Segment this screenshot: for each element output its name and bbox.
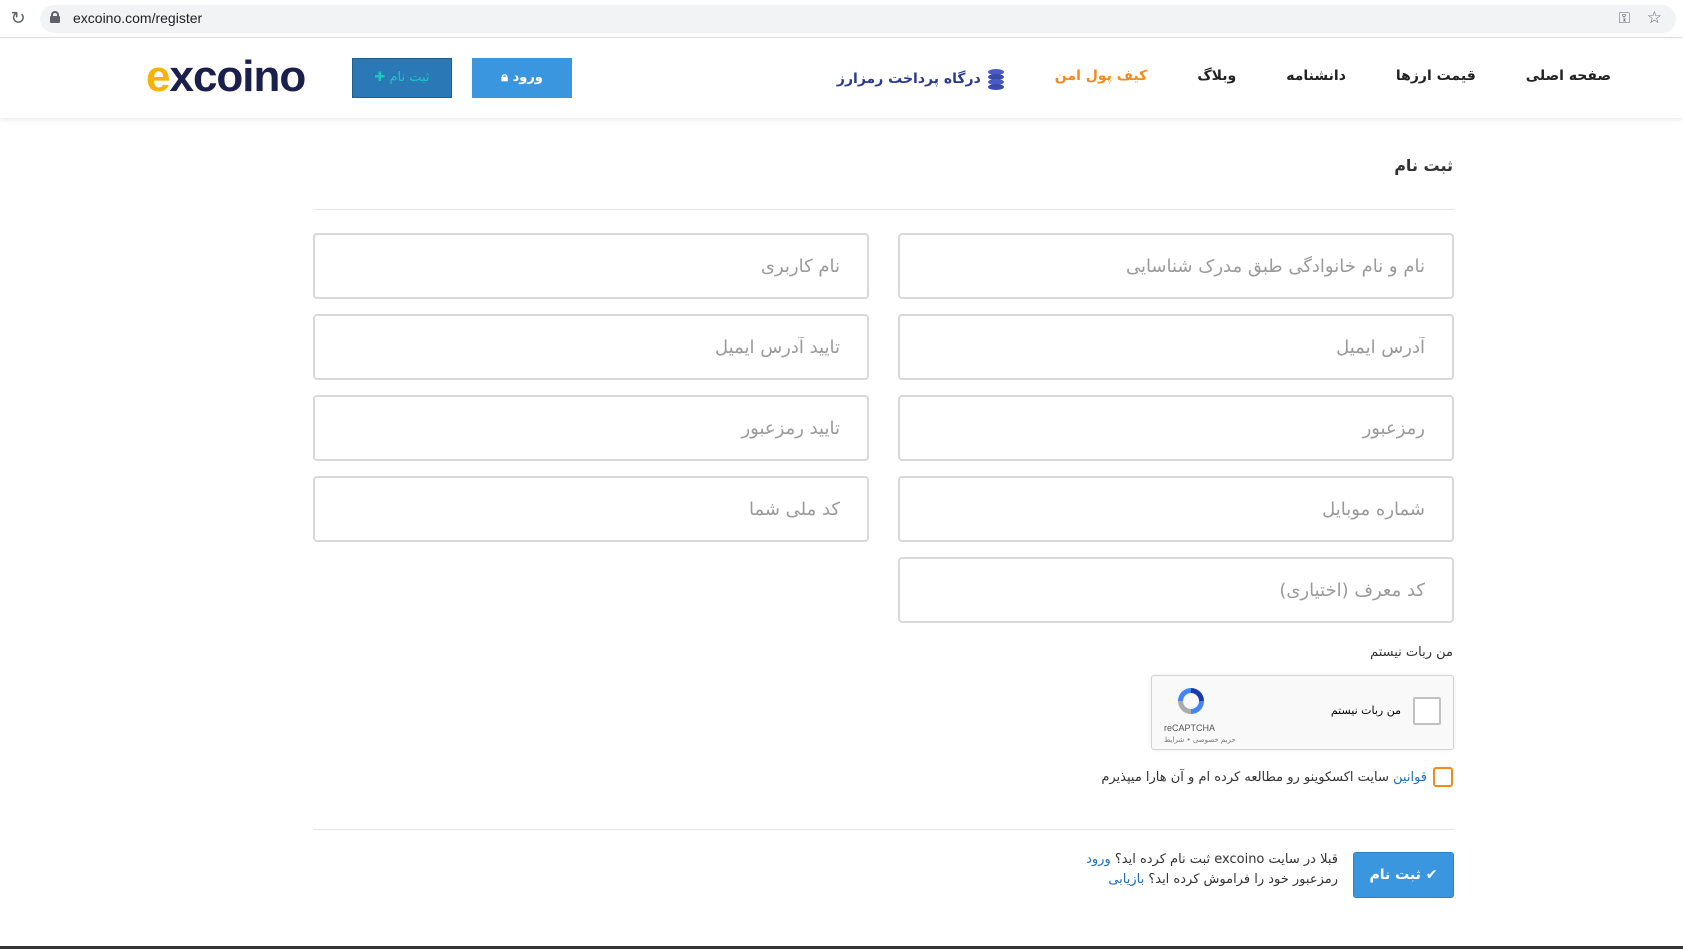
username-field[interactable]	[313, 233, 869, 299]
bookmark-star-icon[interactable]: ☆	[1647, 8, 1662, 28]
nav-payment-gateway[interactable]: درگاه پرداخت رمزارز	[837, 68, 1005, 90]
username-input[interactable]	[315, 235, 867, 297]
password-confirm-field[interactable]	[313, 395, 869, 461]
robot-label: من ربات نیستم	[1370, 645, 1453, 660]
referral-field[interactable]	[898, 557, 1454, 623]
recaptcha-checkbox[interactable]	[1413, 697, 1441, 725]
recaptcha-label: من ربات نیستم	[1330, 704, 1401, 717]
bottom-divider	[313, 829, 1454, 830]
login-link[interactable]: ورود	[1086, 852, 1111, 867]
page-title: ثبت نام	[1394, 156, 1453, 175]
mobile-field[interactable]	[898, 476, 1454, 542]
email-confirm-input[interactable]	[315, 316, 867, 378]
referral-input[interactable]	[900, 559, 1452, 621]
recover-link[interactable]: بازیابی	[1108, 872, 1144, 887]
recaptcha-logo-icon	[1178, 688, 1204, 714]
nav-encyclopedia[interactable]: دانشنامه	[1286, 68, 1346, 90]
coins-stack-icon	[987, 69, 1004, 90]
site-header: excoino ✚ ثبت نام 🔒︎ ورود صفحه اصلی قیمت…	[0, 38, 1683, 118]
recaptcha-terms[interactable]: حریم خصوصی • شرایط	[1164, 736, 1236, 744]
lock-icon[interactable]	[50, 11, 60, 23]
account-links: قبلا در سایت excoino ثبت نام کرده اید؟ و…	[1086, 850, 1338, 890]
key-icon[interactable]: ⚿	[1619, 9, 1630, 27]
title-divider	[313, 209, 1454, 210]
nav-prices[interactable]: قیمت ارزها	[1396, 68, 1476, 90]
terms-text: سایت اکسکوینو رو مطالعه کرده ام و آن هار…	[1101, 769, 1394, 785]
password-input[interactable]	[900, 397, 1452, 459]
full-name-field[interactable]	[898, 233, 1454, 299]
password-confirm-input[interactable]	[315, 397, 867, 459]
excoino-logo[interactable]: excoino	[146, 52, 306, 102]
url-text[interactable]: excoino.com/register	[73, 10, 202, 26]
recaptcha-widget: من ربات نیستم reCAPTCHA حریم خصوصی • شرا…	[1151, 675, 1454, 750]
email-field[interactable]	[898, 314, 1454, 380]
password-field[interactable]	[898, 395, 1454, 461]
add-user-icon: ✚	[374, 70, 386, 85]
email-input[interactable]	[900, 316, 1452, 378]
login-button[interactable]: 🔒︎ ورود	[472, 58, 572, 98]
address-bar[interactable]: excoino.com/register ⚿ ☆	[40, 5, 1676, 33]
reload-icon[interactable]: ↻	[8, 9, 28, 29]
email-confirm-field[interactable]	[313, 314, 869, 380]
forgot-password-text: رمزعبور خود را فراموش کرده اید؟	[1148, 872, 1338, 887]
main-nav: صفحه اصلی قیمت ارزها دانشنامه وبلاگ کیف …	[787, 68, 1611, 90]
nav-blog[interactable]: وبلاگ	[1197, 68, 1236, 90]
mobile-input[interactable]	[900, 478, 1452, 540]
terms-row: قوانین سایت اکسکوینو رو مطالعه کرده ام و…	[1101, 767, 1453, 787]
terms-link[interactable]: قوانین	[1393, 770, 1427, 785]
full-name-input[interactable]	[900, 235, 1452, 297]
checkmark-icon: ✔	[1425, 867, 1438, 883]
national-id-input[interactable]	[315, 478, 867, 540]
nav-home[interactable]: صفحه اصلی	[1526, 68, 1611, 90]
nav-secure-wallet[interactable]: کیف پول امن	[1055, 68, 1148, 90]
national-id-field[interactable]	[313, 476, 869, 542]
padlock-icon: 🔒︎	[501, 70, 509, 85]
browser-toolbar: ↻ excoino.com/register ⚿ ☆	[0, 0, 1683, 38]
already-registered-text: قبلا در سایت excoino ثبت نام کرده اید؟	[1114, 852, 1338, 867]
recaptcha-brand: reCAPTCHA	[1164, 723, 1216, 733]
register-button[interactable]: ✚ ثبت نام	[352, 58, 452, 98]
terms-checkbox[interactable]	[1433, 767, 1453, 787]
submit-register-button[interactable]: ✔ ثبت نام	[1353, 852, 1454, 898]
